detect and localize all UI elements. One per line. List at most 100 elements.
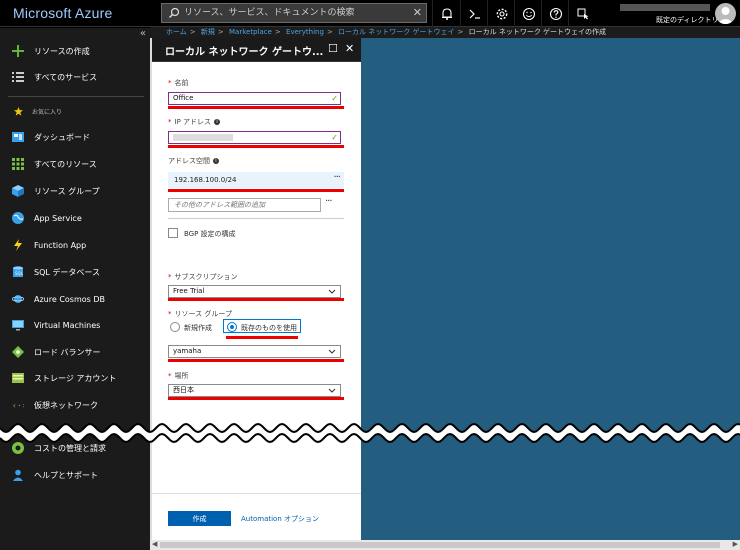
name-field[interactable]: Office ✓ — [168, 92, 341, 105]
search-box[interactable]: ✕ — [161, 3, 427, 23]
help-icon[interactable] — [541, 0, 569, 27]
location-select[interactable]: 西日本 — [168, 384, 341, 397]
horizontal-scrollbar[interactable]: ◀ ▶ — [150, 540, 740, 550]
globe-icon — [11, 211, 25, 225]
radio-new-label: 新規作成 — [184, 324, 212, 332]
svg-text:SQL: SQL — [15, 271, 24, 276]
settings-icon[interactable] — [487, 0, 515, 27]
check-icon: ✓ — [331, 133, 338, 142]
sidebar-item-label: ダッシュボード — [34, 132, 90, 142]
automation-options-link[interactable]: Automation オプション — [241, 514, 319, 524]
sidebar: « リソースの作成 すべてのサービス お気に入り ダッシュボード すべてのリソー… — [0, 28, 150, 550]
address-range-input[interactable] — [168, 198, 321, 212]
close-icon[interactable]: ✕ — [345, 42, 354, 55]
sidebar-item-virtual-machines[interactable]: Virtual Machines — [0, 315, 150, 335]
breadcrumb-separator: > — [457, 28, 464, 36]
sidebar-item-label: すべてのサービス — [34, 72, 98, 82]
blade-footer: 作成 Automation オプション — [151, 493, 361, 540]
bgp-checkbox[interactable] — [168, 228, 178, 238]
scroll-left-icon[interactable]: ◀ — [152, 540, 157, 548]
sidebar-item-sql-database[interactable]: SQL SQL データベース — [0, 262, 150, 282]
ip-address-label: * IP アドレス i — [168, 117, 221, 127]
sidebar-item-create[interactable]: リソースの作成 — [0, 41, 150, 61]
account-menu[interactable]: 既定のディレクトリ — [598, 0, 740, 27]
breadcrumb-item[interactable]: ホーム — [166, 28, 187, 36]
sidebar-item-cosmos-db[interactable]: Azure Cosmos DB — [0, 289, 150, 309]
resource-group-select[interactable]: yamaha — [168, 345, 341, 358]
blade-title: ローカル ネットワーク ゲートウ... — [165, 47, 324, 58]
sidebar-item-function-app[interactable]: Function App — [0, 235, 150, 255]
info-icon[interactable]: i — [214, 119, 221, 125]
sidebar-item-app-service[interactable]: App Service — [0, 208, 150, 228]
support-icon — [11, 468, 25, 482]
bolt-icon — [11, 238, 25, 252]
smiley-icon[interactable] — [514, 0, 542, 27]
sidebar-item-storage-account[interactable]: ストレージ アカウント — [0, 368, 150, 388]
sidebar-item-help-support[interactable]: ヘルプとサポート — [0, 465, 150, 485]
close-icon[interactable]: ✕ — [413, 6, 422, 19]
address-space-label: アドレス空間 i — [168, 156, 219, 166]
more-icon[interactable]: ··· — [325, 196, 332, 207]
breadcrumb-item[interactable]: ローカル ネットワーク ゲートウェイ — [338, 28, 454, 36]
sidebar-item-label: ロード バランサー — [34, 347, 101, 357]
create-button[interactable]: 作成 — [168, 511, 231, 526]
sidebar-item-load-balancer[interactable]: ロード バランサー — [0, 342, 150, 362]
breadcrumb-separator: > — [217, 28, 224, 36]
cloud-shell-icon[interactable] — [460, 0, 488, 27]
info-icon[interactable]: i — [213, 158, 219, 164]
planet-icon — [11, 292, 25, 306]
address-range-row[interactable]: 192.168.100.0/24 ··· — [168, 172, 344, 188]
search-input[interactable] — [184, 6, 404, 20]
radio-new[interactable] — [170, 322, 180, 332]
storage-icon — [11, 371, 25, 385]
sidebar-item-all-resources[interactable]: すべてのリソース — [0, 154, 150, 174]
resource-group-value: yamaha — [173, 347, 202, 355]
scroll-thumb[interactable] — [160, 542, 720, 548]
sidebar-item-label: ヘルプとサポート — [34, 470, 98, 480]
network-icon: ‹·› — [11, 398, 25, 412]
dashboard-icon — [11, 130, 25, 144]
subscription-select[interactable]: Free Trial — [168, 285, 341, 298]
maximize-icon[interactable]: ☐ — [328, 42, 338, 55]
sidebar-item-resource-groups[interactable]: リソース グループ — [0, 181, 150, 201]
breadcrumb-item[interactable]: 新規 — [201, 28, 215, 36]
check-icon: ✓ — [331, 94, 338, 103]
subscription-label: * サブスクリプション — [168, 273, 238, 281]
bell-icon[interactable] — [432, 0, 460, 27]
redacted-value — [173, 133, 233, 141]
scroll-right-icon[interactable]: ▶ — [733, 540, 738, 548]
sidebar-item-label: Azure Cosmos DB — [34, 294, 106, 304]
collapse-icon[interactable]: « — [140, 28, 146, 39]
chevron-down-icon — [328, 388, 336, 393]
sidebar-item-virtual-network[interactable]: ‹·› 仮想ネットワーク — [0, 395, 150, 415]
sidebar-item-label: 仮想ネットワーク — [34, 400, 98, 410]
breadcrumb-separator: > — [274, 28, 281, 36]
ip-address-field[interactable]: ✓ — [168, 131, 341, 144]
name-label: * 名前 — [168, 79, 189, 87]
sidebar-item-all-services[interactable]: すべてのサービス — [0, 67, 150, 87]
star-icon — [11, 106, 25, 116]
breadcrumb-current: ローカル ネットワーク ゲートウェイの作成 — [468, 28, 607, 36]
resource-group-label: * リソース グループ — [168, 310, 232, 318]
chevron-down-icon — [328, 289, 336, 294]
more-icon[interactable]: ··· — [333, 170, 340, 186]
vertical-scrollbar[interactable] — [150, 38, 152, 540]
list-icon — [11, 70, 25, 84]
avatar[interactable] — [715, 3, 736, 24]
top-bar: Microsoft Azure ✕ 既定のディレクトリ — [0, 0, 740, 27]
location-value: 西日本 — [173, 386, 194, 394]
blade-header: ローカル ネットワーク ゲートウ... ☐ ✕ — [151, 38, 361, 62]
sidebar-item-label: リソースの作成 — [34, 46, 90, 56]
highlight-underline — [226, 336, 298, 339]
feedback-icon[interactable] — [568, 0, 596, 27]
breadcrumb-separator: > — [189, 28, 196, 36]
chevron-down-icon — [328, 349, 336, 354]
sidebar-item-label: SQL データベース — [34, 267, 100, 277]
radio-existing[interactable] — [227, 322, 237, 332]
breadcrumb-item[interactable]: Marketplace — [229, 28, 272, 36]
brand-title[interactable]: Microsoft Azure — [13, 5, 112, 21]
breadcrumb-separator: > — [326, 28, 333, 36]
load-balancer-icon — [11, 345, 25, 359]
breadcrumb-item[interactable]: Everything — [286, 28, 324, 36]
sidebar-item-dashboard[interactable]: ダッシュボード — [0, 127, 150, 147]
